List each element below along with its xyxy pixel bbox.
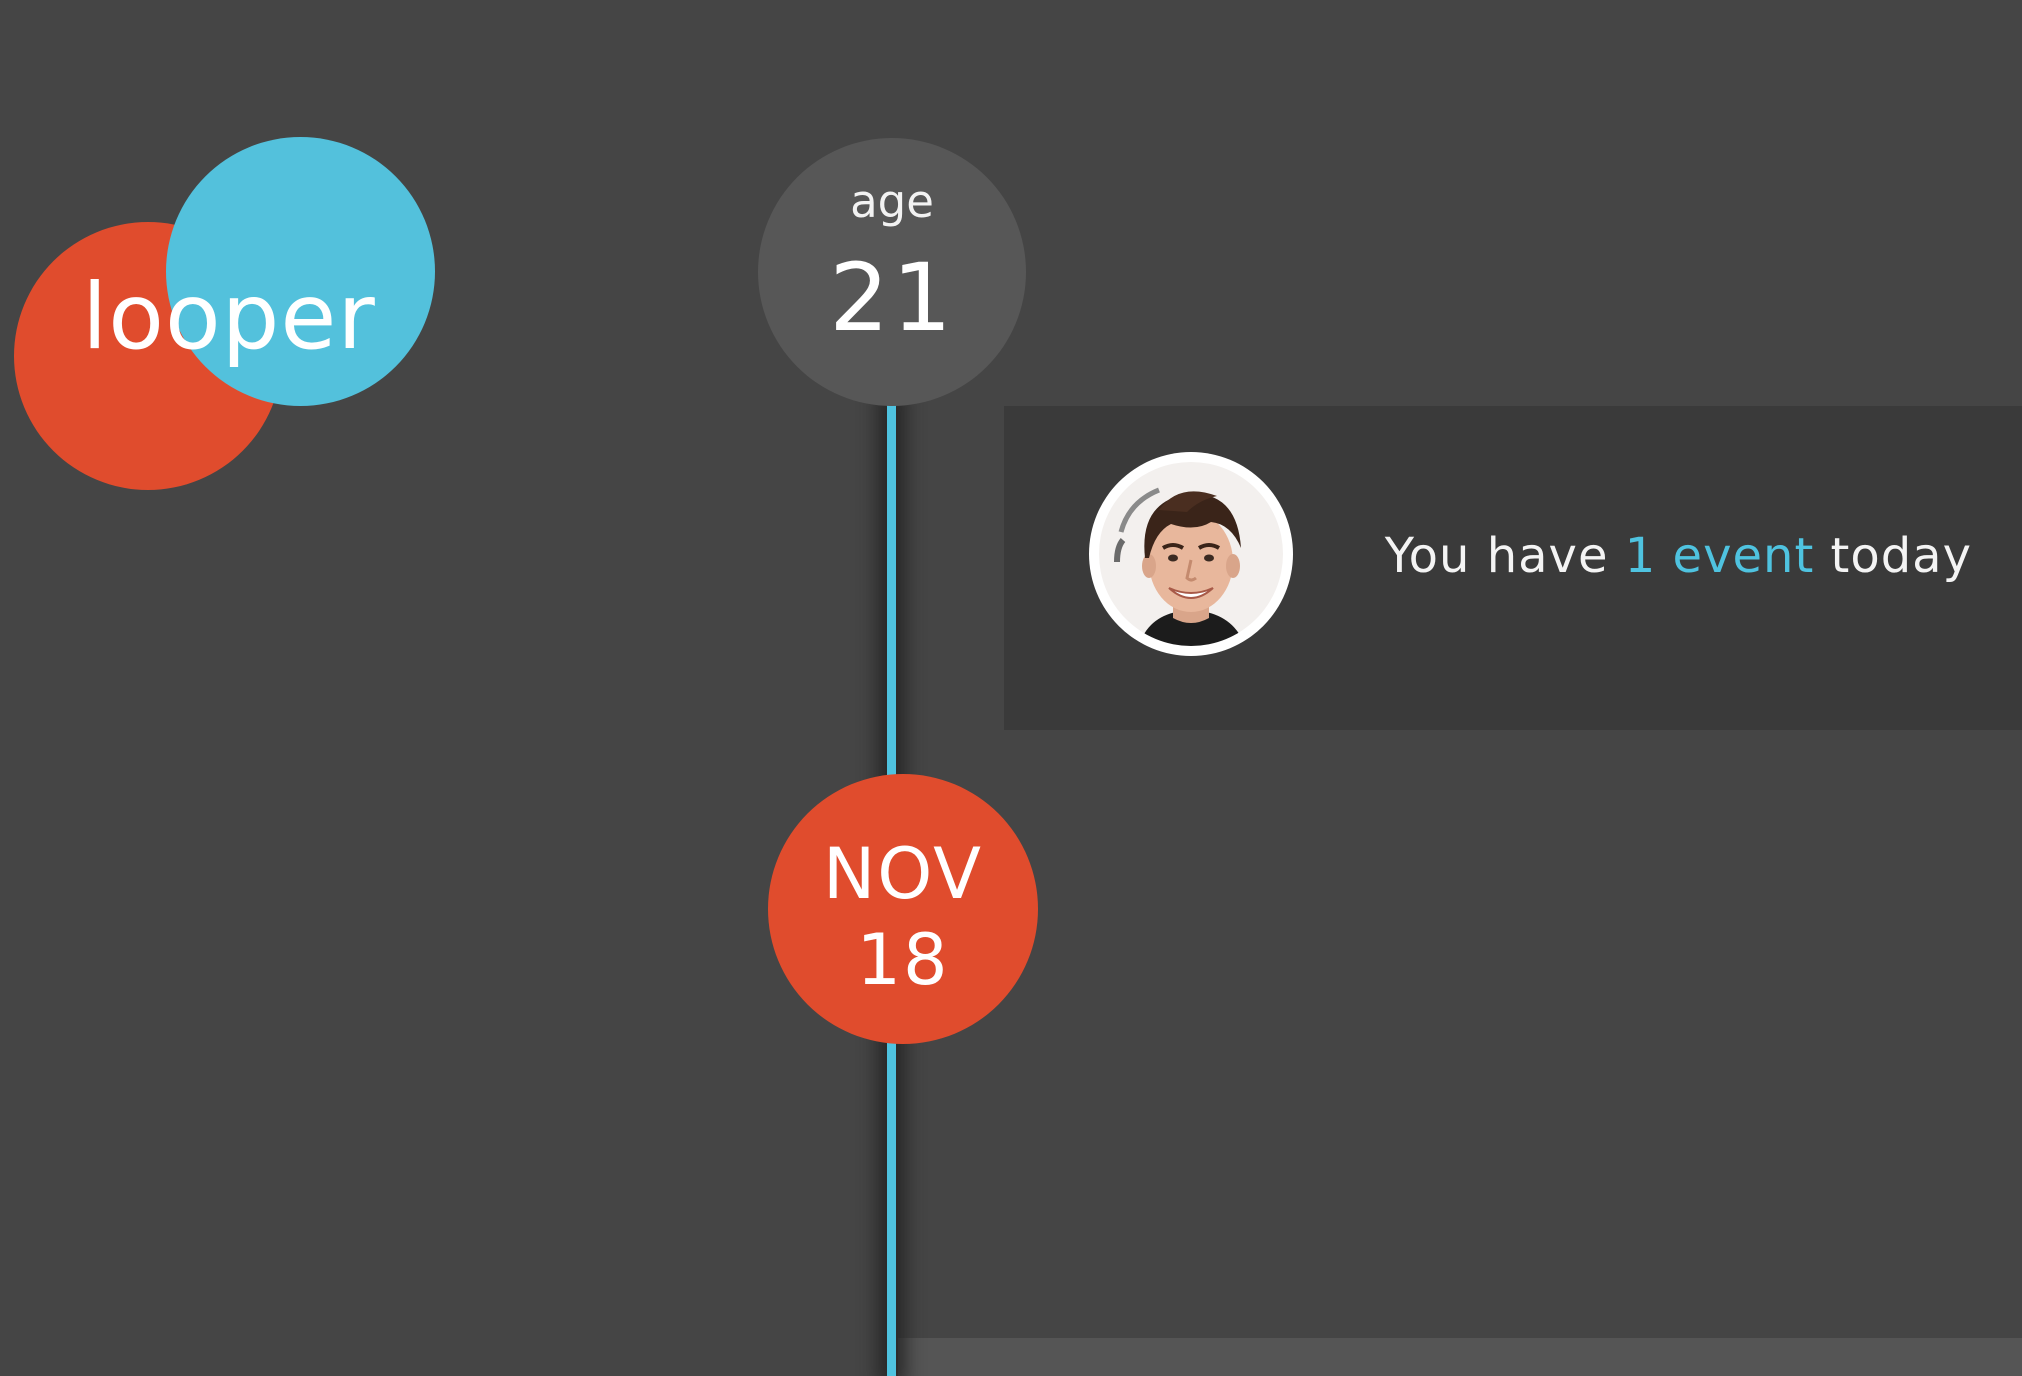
event-message-prefix: You have	[1384, 528, 1625, 584]
event-message-suffix: today	[1814, 528, 1972, 584]
user-avatar-photo	[1099, 462, 1283, 646]
age-badge: age 21	[758, 138, 1026, 406]
logo-text: looper	[82, 265, 376, 370]
avatar[interactable]	[1089, 452, 1293, 656]
event-summary-panel[interactable]: You have 1 event today	[1004, 406, 2022, 730]
date-day: 18	[856, 919, 950, 1001]
event-count-message: You have 1 event today	[1385, 526, 1972, 586]
age-value: 21	[829, 244, 955, 353]
age-label: age	[850, 175, 934, 228]
date-badge[interactable]: NOV 18	[768, 774, 1038, 1044]
event-count-link[interactable]: 1 event	[1625, 528, 1815, 584]
date-month: NOV	[822, 833, 984, 915]
app-logo[interactable]: looper	[0, 0, 460, 500]
next-event-panel	[898, 1338, 2022, 1376]
